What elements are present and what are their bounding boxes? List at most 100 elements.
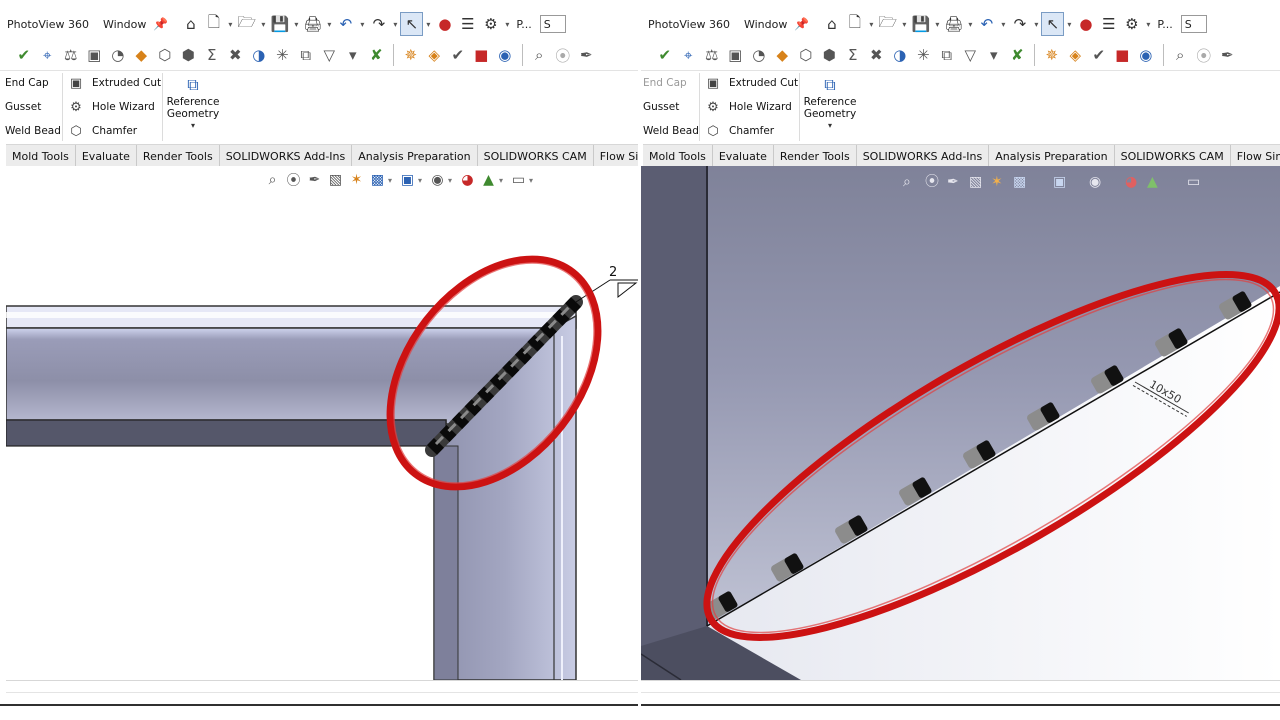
traffic-light-icon[interactable]: ● bbox=[1074, 12, 1097, 36]
redo-icon[interactable]: ↷ bbox=[367, 12, 390, 36]
home-icon[interactable]: ⌂ bbox=[820, 12, 843, 36]
tab-render-tools[interactable]: Render Tools bbox=[774, 145, 857, 167]
blue-part-icon[interactable]: ◉ bbox=[493, 44, 517, 66]
zebra-icon[interactable]: ⧉ bbox=[294, 44, 318, 66]
zoom-to-fit-icon[interactable]: ⌕ bbox=[528, 44, 552, 66]
print-icon[interactable]: 🖨 bbox=[301, 12, 324, 36]
undo-icon[interactable]: ↶ bbox=[975, 12, 998, 36]
zoom-area-icon[interactable]: ⦿ bbox=[1192, 44, 1216, 66]
red-part-icon[interactable]: ■ bbox=[470, 44, 494, 66]
end-cap-button[interactable]: End Cap bbox=[5, 71, 61, 95]
section-properties-icon[interactable]: ▣ bbox=[83, 44, 107, 66]
select-icon[interactable]: ↖ bbox=[400, 12, 424, 36]
search-box[interactable]: S bbox=[1180, 15, 1207, 33]
chevron-down-icon[interactable]: ▾ bbox=[1064, 20, 1074, 29]
hole-wizard-button[interactable]: ⚙ Hole Wizard bbox=[68, 95, 161, 119]
undo-icon[interactable]: ↶ bbox=[334, 12, 357, 36]
search-box[interactable]: S bbox=[539, 15, 566, 33]
check-icon[interactable]: ⬢ bbox=[177, 44, 201, 66]
dynamic-annotation-icon[interactable]: ✶ bbox=[991, 174, 1003, 190]
chevron-down-icon[interactable]: ▾ bbox=[357, 20, 367, 29]
blue-part-icon[interactable]: ◉ bbox=[1134, 44, 1158, 66]
save-icon[interactable]: 💾 bbox=[909, 12, 932, 36]
symmetry-icon[interactable]: ◑ bbox=[888, 44, 912, 66]
chevron-down-icon[interactable]: ▾ bbox=[899, 20, 909, 29]
tab-analysis-preparation[interactable]: Analysis Preparation bbox=[352, 145, 478, 167]
compare-icon[interactable]: ✵ bbox=[1040, 44, 1064, 66]
chamfer-button[interactable]: ⬡ Chamfer bbox=[68, 119, 161, 143]
spelling-icon[interactable]: ✔ bbox=[12, 44, 36, 66]
truncated-menu[interactable]: P... bbox=[1153, 18, 1176, 31]
previous-view-icon[interactable]: ✒ bbox=[575, 44, 599, 66]
tab-solidworks-add-ins[interactable]: SOLIDWORKS Add-Ins bbox=[220, 145, 353, 167]
open-icon[interactable]: 🗁 bbox=[876, 12, 899, 36]
mold-icon[interactable]: ✔ bbox=[1087, 44, 1111, 66]
costing-icon[interactable]: ◈ bbox=[423, 44, 447, 66]
tab-mold-tools[interactable]: Mold Tools bbox=[6, 145, 76, 167]
geometry-analysis-icon[interactable]: ✘ bbox=[365, 44, 389, 66]
weld-bead-button[interactable]: Weld Bead bbox=[643, 119, 699, 143]
pin-icon[interactable]: 📌 bbox=[153, 17, 168, 31]
print-icon[interactable]: 🖨 bbox=[942, 12, 965, 36]
graphics-viewport[interactable]: ⌕ ⦿ ✒ ▧ ✶ ▩ ▣ ◉ ◕ ▲ ▭ 10x50 bbox=[641, 166, 1280, 680]
tab-analysis-preparation[interactable]: Analysis Preparation bbox=[989, 145, 1115, 167]
curvature-icon[interactable]: ▽ bbox=[959, 44, 983, 66]
measure-icon[interactable]: ⌖ bbox=[36, 44, 60, 66]
performance-icon[interactable]: ◆ bbox=[130, 44, 154, 66]
sensor-icon[interactable]: ◔ bbox=[747, 44, 771, 66]
truncated-menu[interactable]: P... bbox=[512, 18, 535, 31]
end-cap-button[interactable]: End Cap bbox=[643, 71, 699, 95]
reference-geometry-button[interactable]: ⧉ Reference Geometry ▾ bbox=[800, 74, 860, 132]
chevron-down-icon[interactable]: ▾ bbox=[324, 20, 334, 29]
tab-solidworks-cam[interactable]: SOLIDWORKS CAM bbox=[478, 145, 594, 167]
hole-wizard-button[interactable]: ⚙ Hole Wizard bbox=[705, 95, 798, 119]
tab-solidworks-cam[interactable]: SOLIDWORKS CAM bbox=[1115, 145, 1231, 167]
section-view-icon[interactable]: ▧ bbox=[969, 174, 982, 190]
tab-mold-tools[interactable]: Mold Tools bbox=[643, 145, 713, 167]
gusset-button[interactable]: Gusset bbox=[5, 95, 61, 119]
chevron-down-icon[interactable]: ▾ bbox=[1143, 20, 1153, 29]
zoom-area-icon[interactable]: ⦿ bbox=[551, 44, 575, 66]
zoom-to-fit-icon[interactable]: ⌕ bbox=[1169, 44, 1193, 66]
tab-evaluate[interactable]: Evaluate bbox=[713, 145, 774, 167]
tab-render-tools[interactable]: Render Tools bbox=[137, 145, 220, 167]
chevron-down-icon[interactable]: ▾ bbox=[866, 20, 876, 29]
deviation-icon[interactable]: ▾ bbox=[341, 44, 365, 66]
tab-flow-simulation[interactable]: Flow Simulation bbox=[594, 145, 638, 167]
geometry-analysis-icon[interactable]: ✘ bbox=[1006, 44, 1030, 66]
mold-icon[interactable]: ✔ bbox=[446, 44, 470, 66]
chevron-down-icon[interactable]: ▾ bbox=[291, 20, 301, 29]
chevron-down-icon[interactable]: ▾ bbox=[1031, 20, 1041, 29]
weld-bead-button[interactable]: Weld Bead bbox=[5, 119, 61, 143]
redo-icon[interactable]: ↷ bbox=[1008, 12, 1031, 36]
new-document-icon[interactable]: 🗋 bbox=[202, 12, 225, 36]
mass-properties-icon[interactable]: ⚖ bbox=[59, 44, 83, 66]
graphics-viewport[interactable]: ⌕ ⦿ ✒ ▧ ✶ ▩ ▾ ▣ ▾ ◉ ▾ ◕ ▲ ▾ ▭ ▾ 2 bbox=[6, 166, 638, 680]
thickness-icon[interactable]: ✳ bbox=[912, 44, 936, 66]
performance-icon[interactable]: ◆ bbox=[771, 44, 795, 66]
mass-properties-icon[interactable]: ⚖ bbox=[700, 44, 724, 66]
check-icon[interactable]: ⬢ bbox=[818, 44, 842, 66]
hide-show-icon[interactable]: ◉ bbox=[1089, 174, 1101, 190]
options-gear-icon[interactable]: ⚙ bbox=[1120, 12, 1143, 36]
extruded-cut-button[interactable]: ▣ Extruded Cut bbox=[705, 71, 798, 95]
scene-icon[interactable]: ▲ bbox=[1147, 174, 1158, 190]
gusset-button[interactable]: Gusset bbox=[643, 95, 699, 119]
chevron-down-icon[interactable]: ▾ bbox=[390, 20, 400, 29]
display-style-icon[interactable]: ▣ bbox=[1053, 174, 1066, 190]
measure-icon[interactable]: ⌖ bbox=[677, 44, 701, 66]
file-properties-icon[interactable]: ☰ bbox=[1097, 12, 1120, 36]
sensor-icon[interactable]: ◔ bbox=[106, 44, 130, 66]
chevron-down-icon[interactable]: ▾ bbox=[965, 20, 975, 29]
zoom-area-icon[interactable]: ⦿ bbox=[925, 174, 939, 190]
extruded-cut-button[interactable]: ▣ Extruded Cut bbox=[68, 71, 161, 95]
chevron-down-icon[interactable]: ▾ bbox=[423, 20, 433, 29]
tab-flow-simulation[interactable]: Flow Simulation bbox=[1231, 145, 1280, 167]
curvature-icon[interactable]: ▽ bbox=[318, 44, 342, 66]
pin-icon[interactable]: 📌 bbox=[794, 17, 809, 31]
tab-solidworks-add-ins[interactable]: SOLIDWORKS Add-Ins bbox=[857, 145, 990, 167]
open-icon[interactable]: 🗁 bbox=[235, 12, 258, 36]
photoview-menu[interactable]: PhotoView 360 bbox=[641, 18, 737, 31]
chamfer-button[interactable]: ⬡ Chamfer bbox=[705, 119, 798, 143]
chevron-down-icon[interactable]: ▾ bbox=[932, 20, 942, 29]
